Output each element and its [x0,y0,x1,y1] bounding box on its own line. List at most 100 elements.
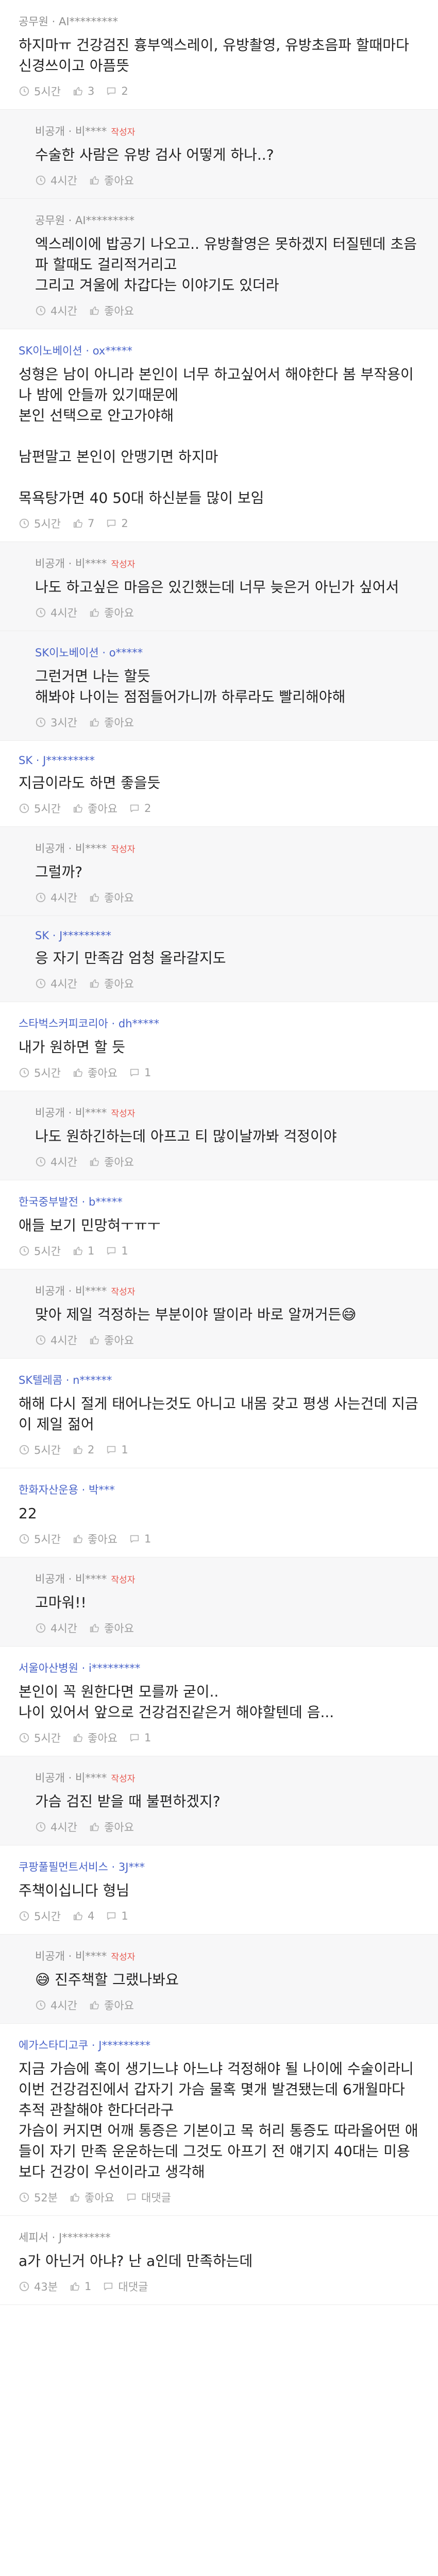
like-button[interactable]: 좋아요 [89,976,134,991]
thumbs-up-icon [90,1157,99,1166]
thumbs-up-icon [90,306,99,315]
comment-author[interactable]: 스타벅스커피코리아 · dh***** [19,1018,159,1030]
reply-button[interactable]: 1 [106,1910,128,1922]
like-count: 1 [85,2280,92,2293]
thumbs-up-icon [73,1911,82,1921]
like-button[interactable]: 좋아요 [89,1332,134,1348]
clock-icon [36,1335,46,1345]
comment: 서울아산병원 · i********* 본인이 꼭 원한다면 모를까 굳이.. … [0,1647,438,1756]
timestamp: 4시간 [35,1819,77,1835]
like-button[interactable]: 좋아요 [89,173,134,188]
comment: SK · J********* 응 자기 만족감 엄청 올라갈지도 4시간 좋아… [0,916,438,1002]
reply-button[interactable]: 2 [129,802,151,815]
comment-author-line: SK이노베이션 · ox***** [19,343,419,358]
comment-author[interactable]: 쿠팡풀필먼트서비스 · 3J*** [19,1861,145,1873]
reply-button[interactable]: 1 [106,1245,128,1257]
comment-author[interactable]: 에가스타디고쿠 · J********* [19,2039,150,2052]
comment-meta: 5시간 2 1 [19,1442,419,1458]
reply-button[interactable]: 대댓글 [126,2190,171,2205]
clock-icon [19,803,29,814]
comment-author[interactable]: SK텔레콤 · n****** [19,1374,112,1386]
speech-bubble-icon [130,1734,139,1742]
like-button[interactable]: 좋아요 [72,1531,117,1547]
comment: SK이노베이션 · ox***** 성형은 남이 아니라 본인이 너무 하고싶어… [0,329,438,542]
timestamp: 3시간 [35,715,77,730]
like-button[interactable]: 좋아요 [72,1065,117,1080]
like-button[interactable]: 좋아요 [89,890,134,905]
comment-meta: 5시간 4 1 [19,1908,419,1924]
comment-author[interactable]: 비공개 · 비**** [35,557,107,570]
comment-author[interactable]: SK이노베이션 · ox***** [19,345,132,357]
comment-author[interactable]: 비공개 · 비**** [35,1772,107,1784]
comment-author[interactable]: SK · J********* [19,754,95,767]
comment-author[interactable]: 서울아산병원 · i********* [19,1662,140,1674]
comment-author[interactable]: 비공개 · 비**** [35,1285,107,1297]
comment-meta: 4시간 좋아요 [35,605,419,620]
like-button[interactable]: 좋아요 [69,2190,114,2205]
like-button[interactable]: 좋아요 [89,1620,134,1636]
like-button[interactable]: 좋아요 [89,1154,134,1170]
like-button[interactable]: 좋아요 [72,1730,117,1745]
like-button[interactable]: 좋아요 [72,801,117,816]
like-button[interactable]: 좋아요 [89,605,134,620]
reply-count: 1 [121,1245,128,1257]
timestamp: 5시간 [19,1730,61,1745]
like-button[interactable]: 1 [69,2280,91,2293]
like-button[interactable]: 좋아요 [89,1997,134,2013]
comment: 비공개 · 비**** 작성자 나도 원하긴하는데 아프고 티 많이날까봐 걱정이… [0,1091,438,1180]
reply-button[interactable]: 2 [106,85,128,97]
comment-author[interactable]: 비공개 · 비**** [35,125,107,138]
author-tag: 작성자 [111,844,136,855]
comment-author[interactable]: 비공개 · 비**** [35,842,107,855]
timestamp: 4시간 [35,976,77,991]
like-button[interactable]: 4 [72,1910,94,1922]
timestamp: 5시간 [19,83,61,99]
comment: 세피서 · J********* a가 아닌거 아냐? 난 a인데 만족하는데 … [0,2216,438,2305]
like-button[interactable]: 1 [72,1245,94,1257]
thumbs-up-icon [90,1822,99,1832]
thumbs-up-icon [90,1335,99,1345]
timestamp: 5시간 [19,1908,61,1924]
comment-time: 4시간 [50,607,78,619]
comment-author[interactable]: 비공개 · 비**** [35,1950,107,1962]
comment-author[interactable]: SK · J********* [35,929,111,942]
like-button[interactable]: 7 [72,517,94,530]
like-button[interactable]: 좋아요 [89,1819,134,1835]
reply-button[interactable]: 1 [129,1066,151,1079]
like-button[interactable]: 3 [72,85,94,97]
like-count: 좋아요 [104,1821,134,1834]
comment: 비공개 · 비**** 작성자 맞아 제일 걱정하는 부분이야 딸이라 바로 알꺼… [0,1269,438,1359]
speech-bubble-icon [104,2282,113,2291]
reply-button[interactable]: 대댓글 [103,2279,148,2294]
clock-icon [19,2281,29,2292]
clock-icon [19,518,29,529]
comment-meta: 4시간 좋아요 [35,303,419,318]
timestamp: 5시간 [19,1243,61,1259]
comment-author[interactable]: 한국중부발전 · b***** [19,1196,123,1208]
comment-time: 3시간 [50,717,78,729]
comment-author-line: 스타벅스커피코리아 · dh***** [19,1015,419,1031]
comment-author[interactable]: SK이노베이션 · o***** [35,647,143,659]
reply-button[interactable]: 1 [106,1444,128,1456]
clock-icon [19,1067,29,1078]
thumbs-up-icon [73,519,82,528]
comment-time: 4시간 [50,1622,78,1635]
like-count: 좋아요 [104,717,134,729]
comment-author[interactable]: 세피서 · J********* [19,2231,111,2244]
like-button[interactable]: 2 [72,1444,94,1456]
thumbs-up-icon [90,1623,99,1633]
comment-author-line: 비공개 · 비**** 작성자 [35,1770,419,1785]
reply-button[interactable]: 1 [129,1533,151,1545]
reply-button[interactable]: 2 [106,517,128,530]
like-button[interactable]: 좋아요 [89,715,134,730]
comment-text: 애들 보기 민망혀ㅜㅠㅜ [19,1217,161,1234]
comment-author[interactable]: 한화자산운용 · 박*** [19,1484,115,1496]
comment-author[interactable]: 비공개 · 비**** [35,1573,107,1585]
comment-author[interactable]: 비공개 · 비**** [35,1107,107,1119]
comment-author[interactable]: 공무원 · AI********* [35,214,134,227]
reply-button[interactable]: 1 [129,1732,151,1744]
like-button[interactable]: 좋아요 [89,303,134,318]
comment-meta: 5시간 1 1 [19,1243,419,1259]
comment-author[interactable]: 공무원 · AI********* [19,15,118,28]
speech-bubble-icon [127,2193,136,2201]
